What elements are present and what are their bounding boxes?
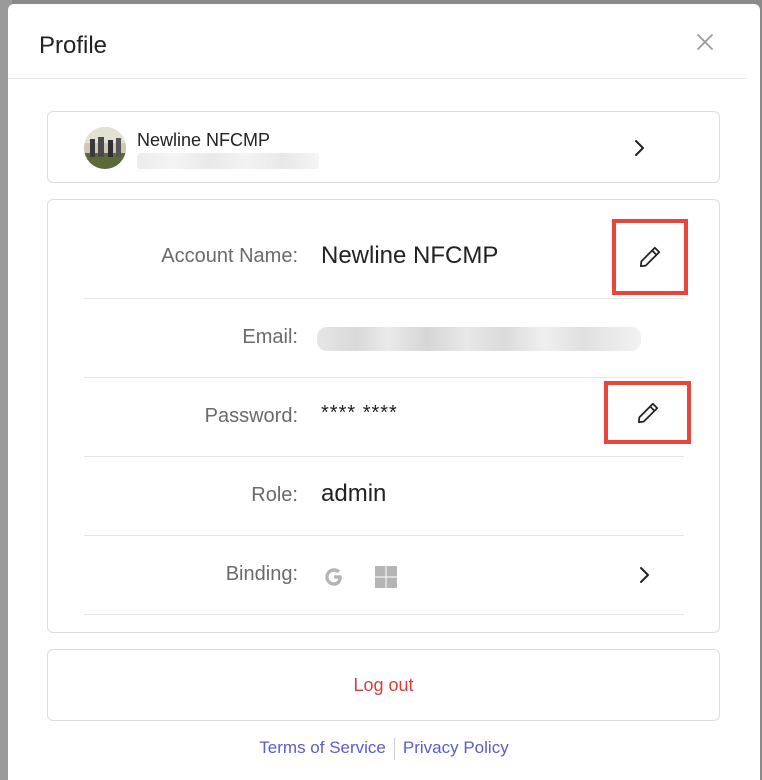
pencil-icon bbox=[637, 402, 658, 423]
modal-header: Profile bbox=[8, 4, 746, 79]
row-password: Password: **** **** bbox=[84, 377, 691, 457]
terms-of-service-link[interactable]: Terms of Service bbox=[259, 738, 386, 757]
google-icon[interactable] bbox=[321, 564, 347, 590]
email-label: Email: bbox=[242, 326, 298, 348]
row-binding: Binding: bbox=[84, 535, 684, 615]
edit-account-name-button[interactable] bbox=[612, 219, 688, 295]
binding-chevron-right-icon[interactable] bbox=[637, 566, 651, 584]
close-icon[interactable] bbox=[694, 31, 716, 53]
account-name-label: Account Name: bbox=[161, 245, 298, 267]
account-name-value: Newline NFCMP bbox=[321, 242, 499, 269]
password-value: **** **** bbox=[321, 402, 398, 424]
role-label: Role: bbox=[251, 484, 298, 506]
user-name: Newline NFCMP bbox=[137, 130, 271, 150]
password-label: Password: bbox=[204, 405, 298, 427]
footer-divider bbox=[393, 737, 395, 760]
modal-title: Profile bbox=[39, 32, 108, 59]
row-role: Role: admin bbox=[84, 456, 684, 536]
avatar bbox=[84, 127, 126, 169]
logout-label: Log out bbox=[353, 675, 414, 695]
row-account-name: Account Name: Newline NFCMP bbox=[84, 219, 688, 299]
redacted-email-value bbox=[317, 327, 641, 351]
profile-details-card: Account Name: Newline NFCMP Email: Passw… bbox=[47, 199, 720, 633]
pencil-icon bbox=[639, 246, 661, 268]
profile-modal: Profile Newline NFCMP Account Name: Newl… bbox=[8, 4, 760, 780]
role-value: admin bbox=[321, 480, 387, 507]
redacted-user-detail bbox=[137, 153, 319, 169]
chevron-right-icon[interactable] bbox=[632, 139, 646, 157]
privacy-policy-link[interactable]: Privacy Policy bbox=[403, 738, 509, 757]
windows-icon[interactable] bbox=[373, 564, 399, 590]
footer-links: Terms of Service Privacy Policy bbox=[8, 737, 760, 760]
user-summary-card[interactable]: Newline NFCMP bbox=[47, 111, 720, 183]
row-email: Email: bbox=[84, 298, 684, 378]
edit-password-button[interactable] bbox=[604, 381, 691, 444]
logout-button[interactable]: Log out bbox=[47, 649, 720, 721]
binding-label: Binding: bbox=[225, 563, 298, 585]
